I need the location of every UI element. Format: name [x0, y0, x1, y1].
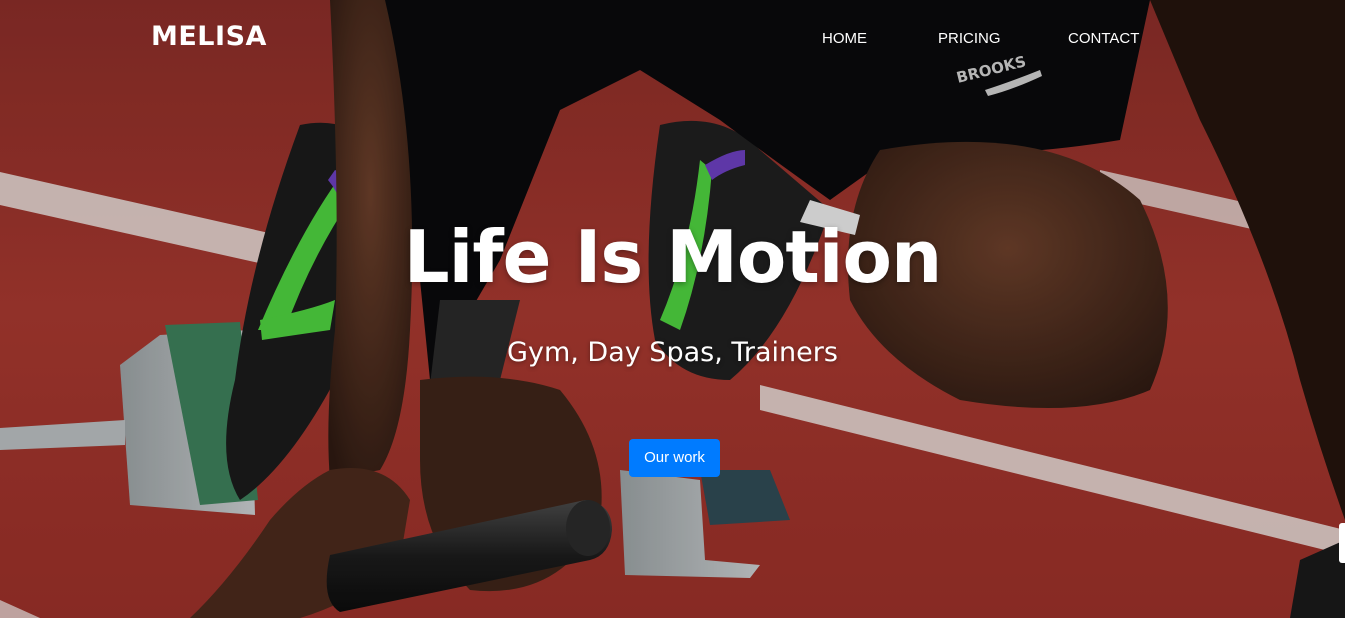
hero-subtitle: Gym, Day Spas, Trainers	[507, 337, 838, 368]
scroll-handle[interactable]	[1339, 523, 1345, 563]
hero-title: Life Is Motion	[403, 215, 942, 299]
hero-content: Life Is Motion Gym, Day Spas, Trainers O…	[0, 0, 1345, 618]
hero-section: BROOKS MELISA HOME PRICING CONTACT Life …	[0, 0, 1345, 618]
our-work-button[interactable]: Our work	[629, 439, 720, 477]
